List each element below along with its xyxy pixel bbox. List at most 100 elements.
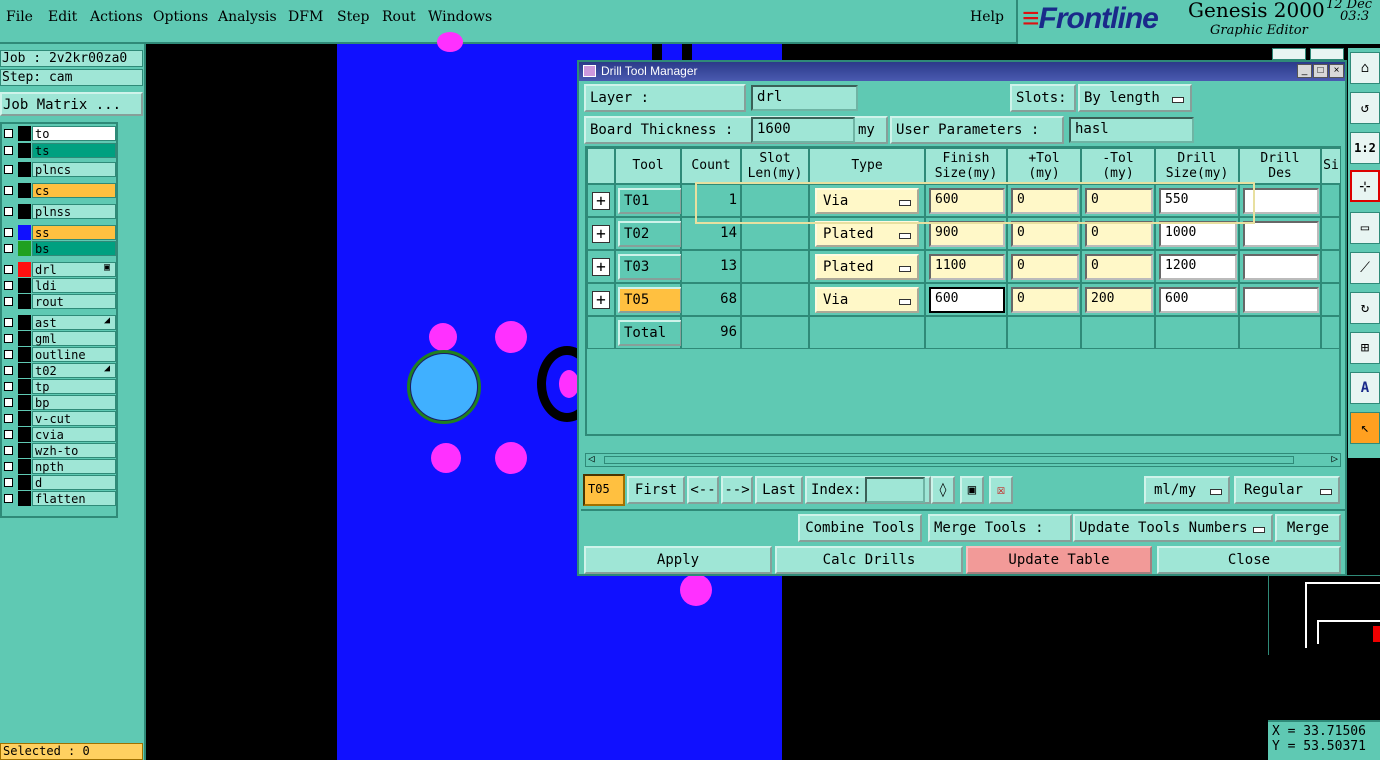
minimize-icon[interactable]: _ <box>1297 64 1312 78</box>
layer-row[interactable]: wzh-to <box>2 443 118 458</box>
tool-button[interactable]: T03 <box>618 254 682 280</box>
ruler-icon[interactable]: ▭ <box>1350 212 1380 244</box>
horizontal-scrollbar[interactable]: ◁ ▷ <box>585 452 1341 467</box>
minus-tol-input[interactable]: 0 <box>1085 221 1153 247</box>
layer-checkbox[interactable] <box>4 462 13 471</box>
layer-row[interactable]: outline <box>2 347 118 362</box>
layer-row[interactable]: ts <box>2 143 118 158</box>
plus-tol-input[interactable]: 0 <box>1011 287 1079 313</box>
minus-tol-input[interactable]: 200 <box>1085 287 1153 313</box>
finish-size-input[interactable]: 600 <box>929 287 1005 313</box>
layer-row[interactable]: t02 <box>2 363 118 378</box>
drill-des-input[interactable] <box>1243 188 1319 214</box>
tool-button[interactable]: T01 <box>618 188 682 214</box>
menu-dfm[interactable]: DFM <box>288 9 323 25</box>
fit-icon[interactable]: ⊞ <box>1350 332 1380 364</box>
menu-rout[interactable]: Rout <box>382 9 416 25</box>
layer-checkbox[interactable] <box>4 265 13 274</box>
layer-checkbox[interactable] <box>4 494 13 503</box>
layer-name[interactable]: cs <box>32 183 116 198</box>
undo-zoom-icon[interactable]: ↺ <box>1350 92 1380 124</box>
dialog-titlebar[interactable]: Drill Tool Manager _ □ × <box>579 62 1345 81</box>
board-thickness-field[interactable]: 1600 <box>751 117 855 143</box>
close-button[interactable]: Close <box>1157 546 1341 574</box>
expand-icon[interactable]: + <box>592 291 610 309</box>
finish-size-input[interactable]: 900 <box>929 221 1005 247</box>
slots-dropdown[interactable]: By length <box>1078 84 1192 112</box>
layer-name[interactable]: gml <box>32 331 116 346</box>
layer-name[interactable]: ss <box>32 225 116 240</box>
drill-des-input[interactable] <box>1243 254 1319 280</box>
tool-button[interactable]: T05 <box>618 287 682 313</box>
layer-field[interactable]: drl <box>751 85 858 111</box>
type-dropdown[interactable]: Plated <box>815 254 919 280</box>
layer-checkbox[interactable] <box>4 318 13 327</box>
type-dropdown[interactable]: Via <box>815 287 919 313</box>
layer-name[interactable]: bs <box>32 241 116 256</box>
layer-checkbox[interactable] <box>4 446 13 455</box>
drill-size-input[interactable]: 1200 <box>1159 254 1237 280</box>
toolbar-button[interactable] <box>1272 48 1306 60</box>
layer-row[interactable]: drl <box>2 262 118 277</box>
scroll-left-icon[interactable]: ◁ <box>588 452 595 465</box>
plus-tol-input[interactable]: 0 <box>1011 221 1079 247</box>
layer-name[interactable]: d <box>32 475 116 490</box>
layer-name[interactable]: to <box>32 126 116 141</box>
layer-checkbox[interactable] <box>4 228 13 237</box>
menu-step[interactable]: Step <box>337 9 369 25</box>
mode-dropdown[interactable]: Regular <box>1234 476 1340 504</box>
layer-name[interactable]: plncs <box>32 162 116 177</box>
scroll-right-icon[interactable]: ▷ <box>1331 452 1338 465</box>
layer-checkbox[interactable] <box>4 334 13 343</box>
calc-drills-button[interactable]: Calc Drills <box>775 546 963 574</box>
maximize-icon[interactable]: □ <box>1313 64 1328 78</box>
layer-checkbox[interactable] <box>4 478 13 487</box>
layer-checkbox[interactable] <box>4 366 13 375</box>
layer-name[interactable]: wzh-to <box>32 443 116 458</box>
layer-checkbox[interactable] <box>4 244 13 253</box>
units-dropdown[interactable]: ml/my <box>1144 476 1230 504</box>
type-dropdown[interactable]: Via <box>815 188 919 214</box>
layer-row[interactable]: cs <box>2 183 118 198</box>
menu-file[interactable]: File <box>6 9 33 25</box>
drill-size-input[interactable]: 550 <box>1159 188 1237 214</box>
layer-checkbox[interactable] <box>4 414 13 423</box>
menu-help[interactable]: Help <box>970 9 1004 25</box>
layer-name[interactable]: outline <box>32 347 116 362</box>
close-icon[interactable]: × <box>1329 64 1344 78</box>
update-table-button[interactable]: Update Table <box>966 546 1152 574</box>
expand-icon[interactable]: + <box>592 192 610 210</box>
layer-row[interactable]: to <box>2 126 118 141</box>
delete-icon[interactable]: ☒ <box>989 476 1013 504</box>
layer-row[interactable]: ast <box>2 315 118 330</box>
drill-size-input[interactable]: 600 <box>1159 287 1237 313</box>
expand-icon[interactable]: + <box>592 225 610 243</box>
rotate-icon[interactable]: ↻ <box>1350 292 1380 324</box>
drill-des-input[interactable] <box>1243 287 1319 313</box>
menu-edit[interactable]: Edit <box>48 9 77 25</box>
merge-button[interactable]: Merge <box>1275 514 1341 542</box>
layer-row[interactable]: d <box>2 475 118 490</box>
layer-checkbox[interactable] <box>4 350 13 359</box>
layer-name[interactable]: bp <box>32 395 116 410</box>
drill-des-input[interactable] <box>1243 221 1319 247</box>
index-field[interactable] <box>865 477 925 503</box>
menu-actions[interactable]: Actions <box>90 9 143 25</box>
finish-size-input[interactable]: 600 <box>929 188 1005 214</box>
menu-analysis[interactable]: Analysis <box>218 9 277 25</box>
layer-row[interactable]: bs <box>2 241 118 256</box>
layer-row[interactable]: plnss <box>2 204 118 219</box>
layer-name[interactable]: v-cut <box>32 411 116 426</box>
layer-checkbox[interactable] <box>4 430 13 439</box>
layer-row[interactable]: rout <box>2 294 118 309</box>
layer-checkbox[interactable] <box>4 186 13 195</box>
layer-checkbox[interactable] <box>4 207 13 216</box>
first-button[interactable]: First <box>627 476 685 504</box>
minus-tol-input[interactable]: 0 <box>1085 188 1153 214</box>
home-icon[interactable]: ⌂ <box>1350 52 1380 84</box>
prev-button[interactable]: <-- <box>687 476 719 504</box>
menu-windows[interactable]: Windows <box>428 9 492 25</box>
plus-tol-input[interactable]: 0 <box>1011 254 1079 280</box>
next-button[interactable]: --> <box>721 476 753 504</box>
layer-name[interactable]: ldi <box>32 278 116 293</box>
